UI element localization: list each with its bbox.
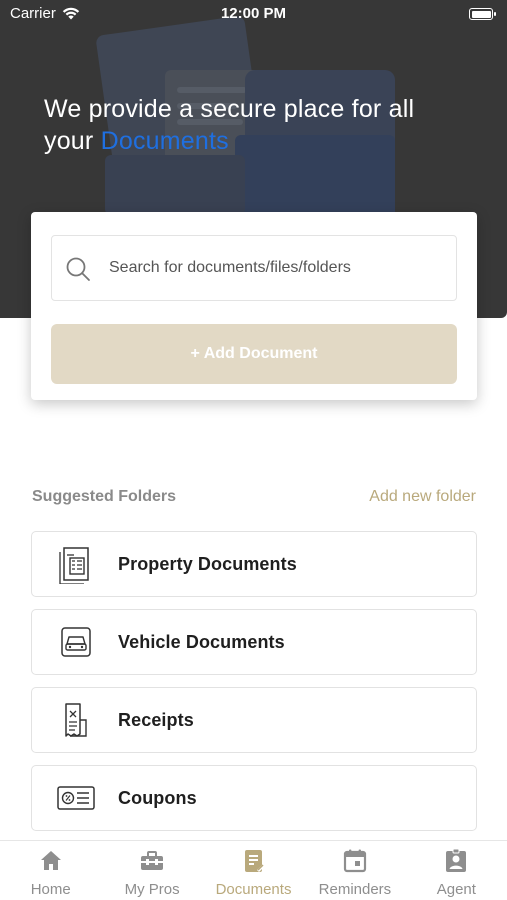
document-edit-icon [244, 850, 265, 872]
hero-title-highlight: Documents [100, 127, 229, 155]
status-time: 12:00 PM [220, 5, 287, 22]
folder-item-vehicle-documents[interactable]: Vehicle Documents [31, 609, 477, 675]
add-new-folder-link[interactable]: Add new folder [369, 488, 476, 506]
agent-badge-icon [446, 848, 467, 872]
tab-label: Reminders [318, 881, 392, 898]
folder-item-receipts[interactable]: Receipts [31, 687, 477, 753]
folder-label: Coupons [118, 788, 197, 808]
tab-label: Home [30, 881, 71, 898]
battery-icon [469, 8, 496, 20]
folder-label: Vehicle Documents [118, 632, 285, 652]
home-icon [40, 851, 61, 870]
status-bar: Carrier 12:00 PM [0, 0, 507, 28]
tab-home[interactable]: Home [0, 841, 101, 900]
search-input[interactable]: Search for documents/files/folders [51, 235, 457, 301]
folder-item-coupons[interactable]: Coupons [31, 765, 477, 831]
add-document-button[interactable]: + Add Document [51, 324, 457, 384]
search-placeholder: Search for documents/files/folders [109, 259, 351, 276]
tab-bar: Home My Pros Documents Reminders Agent [0, 840, 507, 900]
folder-label: Receipts [118, 710, 194, 730]
building-document-icon [59, 547, 89, 584]
folder-list: Property Documents Vehicle Documents Rec… [31, 531, 477, 843]
coupon-icon [57, 786, 95, 810]
tab-label: Documents [215, 881, 292, 898]
hero-title: We provide a secure place for all your D… [44, 93, 464, 157]
tab-documents[interactable]: Documents [203, 841, 304, 900]
toolbox-icon [141, 851, 164, 870]
folder-label: Property Documents [118, 554, 297, 574]
tab-my-pros[interactable]: My Pros [101, 841, 202, 900]
car-icon [61, 627, 91, 657]
receipt-icon [65, 703, 87, 737]
suggested-folders-title: Suggested Folders [32, 488, 177, 505]
search-card: Search for documents/files/folders + Add… [31, 212, 477, 400]
tab-reminders[interactable]: Reminders [304, 841, 405, 900]
calendar-icon [343, 849, 367, 873]
tab-label: Agent [436, 881, 476, 898]
search-icon [66, 257, 90, 281]
folder-item-property-documents[interactable]: Property Documents [31, 531, 477, 597]
hero-title-text: We provide a secure place for all your [44, 95, 415, 155]
tab-agent[interactable]: Agent [406, 841, 507, 900]
tab-label: My Pros [124, 881, 180, 898]
